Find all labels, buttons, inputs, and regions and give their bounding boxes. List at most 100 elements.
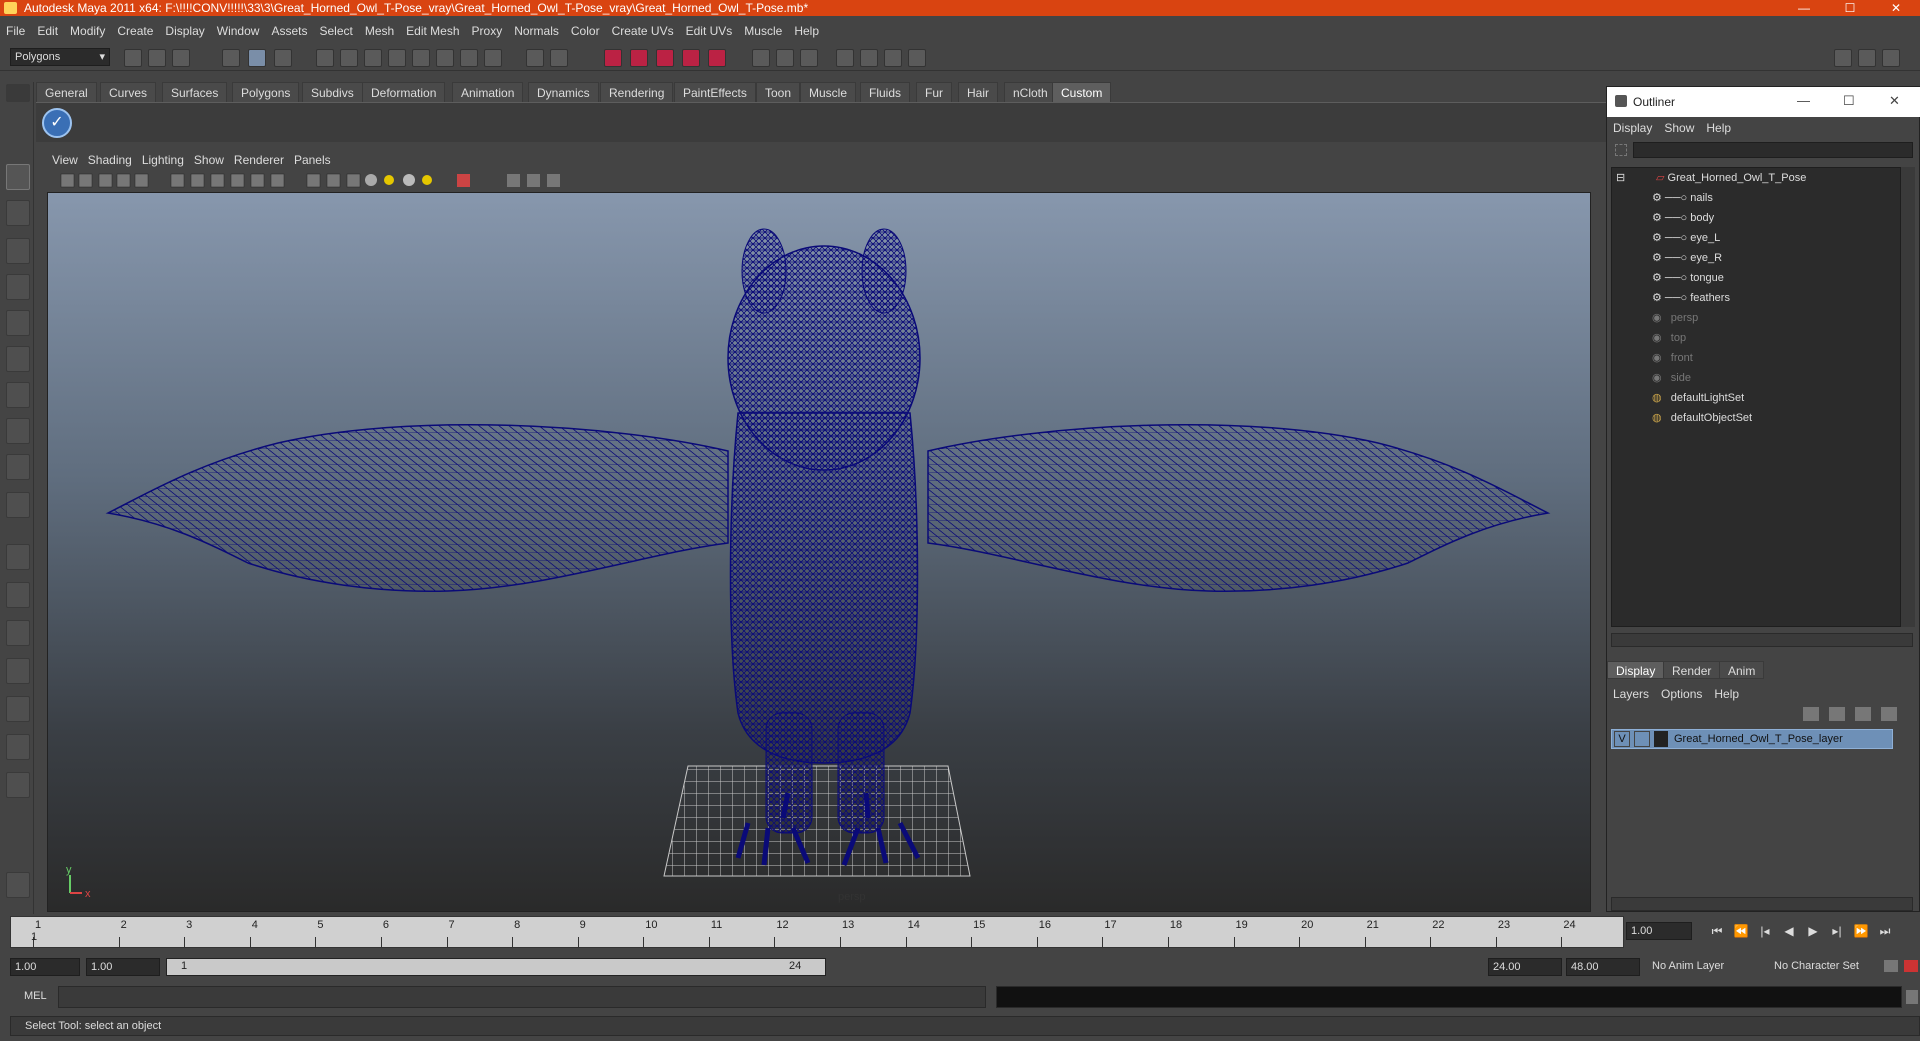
viewport-menu-renderer[interactable]: Renderer [229, 152, 289, 167]
hypershade-icon[interactable] [884, 49, 902, 67]
tree-item-top[interactable]: ◉ top [1652, 328, 1686, 348]
persp-graph-layout-icon[interactable] [6, 658, 30, 684]
mask-curves-icon[interactable] [364, 49, 382, 67]
start-time-field[interactable]: 1.00 [10, 958, 80, 976]
render-settings-icon[interactable] [860, 49, 878, 67]
play-forward-icon[interactable]: ▶ [1804, 922, 1822, 940]
snap-point-icon[interactable] [656, 49, 674, 67]
menu-proxy[interactable]: Proxy [466, 21, 509, 38]
mode-selector[interactable]: Polygons ▾ [10, 48, 110, 66]
tab-polygons[interactable]: Polygons [232, 82, 300, 102]
tab-general[interactable]: General [36, 82, 97, 102]
new-scene-icon[interactable] [124, 49, 142, 67]
four-view-layout-icon[interactable] [6, 582, 30, 608]
menu-edit-mesh[interactable]: Edit Mesh [400, 21, 465, 38]
tab-curves[interactable]: Curves [100, 82, 157, 102]
layer-menu-options[interactable]: Options [1655, 685, 1708, 703]
tab-toon[interactable]: Toon [756, 82, 801, 102]
animation-preferences-icon[interactable] [1904, 960, 1918, 972]
attribute-editor-toggle-icon[interactable] [1858, 49, 1876, 67]
close-button[interactable]: ✕ [1873, 0, 1919, 16]
playback-end-field[interactable]: 24.00 [1488, 958, 1562, 976]
tab-painteffects[interactable]: PaintEffects [674, 82, 756, 102]
tree-item-default-light-set[interactable]: ◍ defaultLightSet [1652, 388, 1744, 408]
outliner-vertical-scrollbar[interactable] [1901, 167, 1915, 627]
outliner-minimize-button[interactable]: — [1797, 93, 1810, 108]
tree-item-side[interactable]: ◉ side [1652, 368, 1691, 388]
mask-rendering-icon[interactable] [460, 49, 478, 67]
quick-layout-icon[interactable] [6, 872, 30, 898]
tree-item-body[interactable]: ⚙ ──○ body [1652, 208, 1714, 228]
tree-item-nails[interactable]: ⚙ ──○ nails [1652, 188, 1713, 208]
render-current-frame-icon[interactable] [800, 49, 818, 67]
auto-key-icon[interactable] [1884, 960, 1898, 972]
tab-subdivs[interactable]: Subdivs [302, 82, 363, 102]
play-backward-icon[interactable]: ◀ [1780, 922, 1798, 940]
collapse-toggle-icon[interactable]: ⊟ [1616, 168, 1625, 188]
tree-item-root[interactable]: ▱ Great_Horned_Owl_T_Pose [1656, 168, 1806, 188]
custom-layout-icon[interactable] [6, 734, 30, 760]
select-component-icon[interactable] [274, 49, 292, 67]
menu-normals[interactable]: Normals [508, 21, 565, 38]
snap-curve-icon[interactable] [630, 49, 648, 67]
mask-misc-icon[interactable] [484, 49, 502, 67]
viewport-menu-lighting[interactable]: Lighting [137, 152, 189, 167]
range-slider[interactable]: 1 24 [166, 958, 826, 976]
layer-add-icon[interactable] [1855, 707, 1871, 721]
tree-item-persp[interactable]: ◉ persp [1652, 308, 1698, 328]
character-set-selector[interactable]: No Character Set [1770, 958, 1880, 976]
menu-display[interactable]: Display [159, 21, 210, 38]
single-perspective-layout-icon[interactable] [6, 544, 30, 570]
mask-joints-icon[interactable] [340, 49, 358, 67]
viewport-toolbar-icons[interactable] [47, 170, 567, 192]
go-to-start-icon[interactable]: ⏮ [1708, 922, 1726, 940]
outliner-close-button[interactable]: ✕ [1889, 93, 1900, 109]
tab-rendering[interactable]: Rendering [600, 82, 674, 102]
tab-animation[interactable]: Animation [452, 82, 524, 102]
minimize-button[interactable]: — [1781, 0, 1827, 16]
highlight-selection-icon[interactable] [550, 49, 568, 67]
tree-item-tongue[interactable]: ⚙ ──○ tongue [1652, 268, 1724, 288]
make-live-icon[interactable] [708, 49, 726, 67]
tab-deformation[interactable]: Deformation [362, 82, 446, 102]
outliner-horizontal-scrollbar[interactable] [1611, 633, 1913, 647]
tab-hair[interactable]: Hair [958, 82, 999, 102]
menu-file[interactable]: File [0, 21, 31, 38]
tab-fur[interactable]: Fur [916, 82, 952, 102]
mask-dynamics-icon[interactable] [436, 49, 454, 67]
menu-window[interactable]: Window [211, 21, 266, 38]
step-back-frame-icon[interactable]: |◂ [1756, 922, 1774, 940]
outliner-tree[interactable]: ⊟ ▱ Great_Horned_Owl_T_Pose ⚙ ──○ nails … [1611, 167, 1901, 627]
playback-start-field[interactable]: 1.00 [86, 958, 160, 976]
layout-expand-icon[interactable] [6, 772, 30, 798]
go-to-end-icon[interactable]: ⏭ [1876, 922, 1894, 940]
current-frame-marker[interactable]: 1 [31, 931, 37, 943]
layer-visibility-toggle[interactable]: V [1614, 731, 1630, 747]
time-slider[interactable]: 1 2 3 4 5 6 7 8 9 10 11 12 13 14 15 16 17 18 19 20 21 22 23 24 1 [10, 916, 1624, 948]
command-input[interactable] [58, 986, 986, 1008]
mask-handles-icon[interactable] [316, 49, 334, 67]
menu-modify[interactable]: Modify [64, 21, 111, 38]
layer-remove-icon[interactable] [1881, 707, 1897, 721]
checkmark-icon[interactable]: ✓ [42, 108, 72, 138]
new-layer-icon[interactable] [1803, 707, 1819, 721]
rotate-tool-icon[interactable] [6, 310, 30, 336]
viewport-menu-show[interactable]: Show [189, 152, 229, 167]
tool-settings-toggle-icon[interactable] [1882, 49, 1900, 67]
outliner-search-input[interactable] [1633, 142, 1913, 158]
tree-item-front[interactable]: ◉ front [1652, 348, 1693, 368]
snap-grid-icon[interactable] [604, 49, 622, 67]
lasso-tool-icon[interactable] [6, 200, 30, 226]
tab-custom[interactable]: Custom [1052, 82, 1112, 102]
outliner-menu-help[interactable]: Help [1700, 118, 1737, 135]
outliner-menu-display[interactable]: Display [1607, 118, 1658, 135]
perspective-viewport[interactable]: y x persp [47, 192, 1591, 912]
outliner-maximize-button[interactable]: ☐ [1843, 93, 1855, 109]
select-tool-icon[interactable] [6, 164, 30, 190]
tab-dynamics[interactable]: Dynamics [528, 82, 599, 102]
mask-deformations-icon[interactable] [412, 49, 430, 67]
select-hierarchy-icon[interactable] [222, 49, 240, 67]
construction-history-icon[interactable] [776, 49, 794, 67]
anim-layer-selector[interactable]: No Anim Layer [1648, 958, 1758, 976]
input-output-icon[interactable] [752, 49, 770, 67]
